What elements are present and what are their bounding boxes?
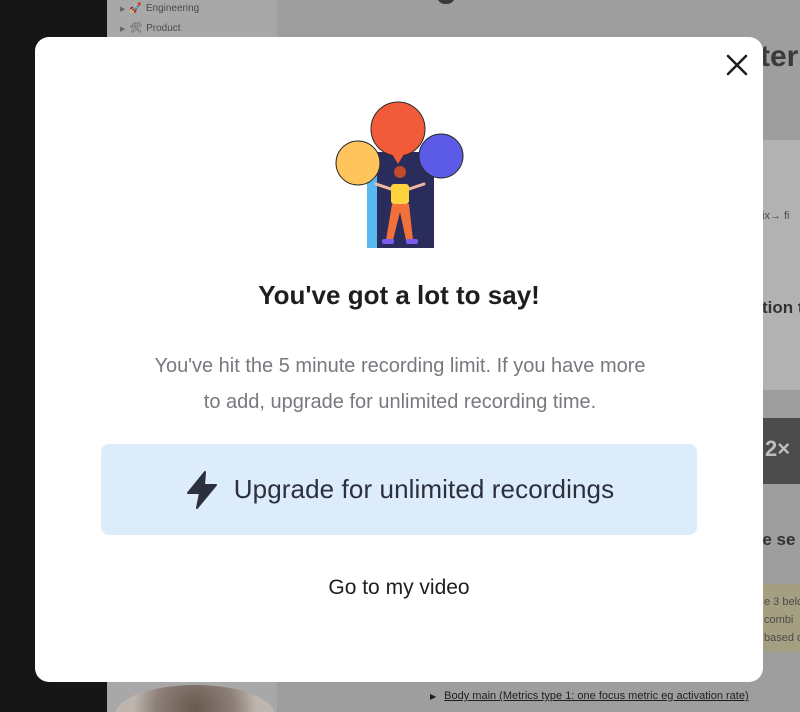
upgrade-button[interactable]: Upgrade for unlimited recordings — [101, 444, 697, 535]
tools-icon: 🛠 — [129, 23, 143, 34]
speech-bubbles-person-illustration — [330, 100, 470, 255]
sidebar-item-label: Product — [146, 23, 181, 34]
go-to-video-link[interactable]: Go to my video — [35, 576, 763, 600]
text-fragment: e 3 belo — [764, 596, 800, 608]
list-item[interactable]: ▶ Body main (Metrics type 1: one focus m… — [430, 690, 749, 702]
sidebar-item-engineering[interactable]: ▶ 🚀 Engineering — [120, 3, 199, 14]
list-item-label: Body main (Metrics type 1: one focus met… — [444, 690, 749, 702]
content-card — [763, 140, 800, 390]
text-fragment: tion t — [762, 298, 800, 317]
body-line-1: You've hit the 5 minute recording limit.… — [154, 355, 646, 377]
sidebar-item-product[interactable]: ▶ 🛠 Product — [120, 23, 181, 34]
modal-body-text: You've hit the 5 minute recording limit.… — [100, 348, 700, 420]
close-button[interactable] — [722, 50, 752, 80]
text-fragment: combi — [764, 614, 794, 626]
sidebar-item-label: Engineering — [145, 3, 200, 14]
modal-headline: You've got a lot to say! — [258, 280, 540, 310]
upgrade-button-label: Upgrade for unlimited recordings — [233, 474, 615, 504]
lightning-bolt-icon — [184, 470, 220, 510]
text-fragment: ix→ fi — [762, 210, 790, 222]
expand-triangle-icon: ▶ — [120, 5, 126, 13]
body-line-2: to add, upgrade for unlimited recording … — [203, 391, 597, 413]
expand-triangle-icon: ▶ — [430, 691, 437, 701]
expand-triangle-icon: ▶ — [120, 25, 126, 33]
rocket-icon: 🚀 — [129, 3, 142, 14]
page-title-fragment: ter — [760, 40, 799, 73]
close-icon — [726, 54, 748, 76]
playback-speed[interactable]: 2× — [765, 436, 790, 462]
text-fragment: based o — [764, 632, 800, 644]
